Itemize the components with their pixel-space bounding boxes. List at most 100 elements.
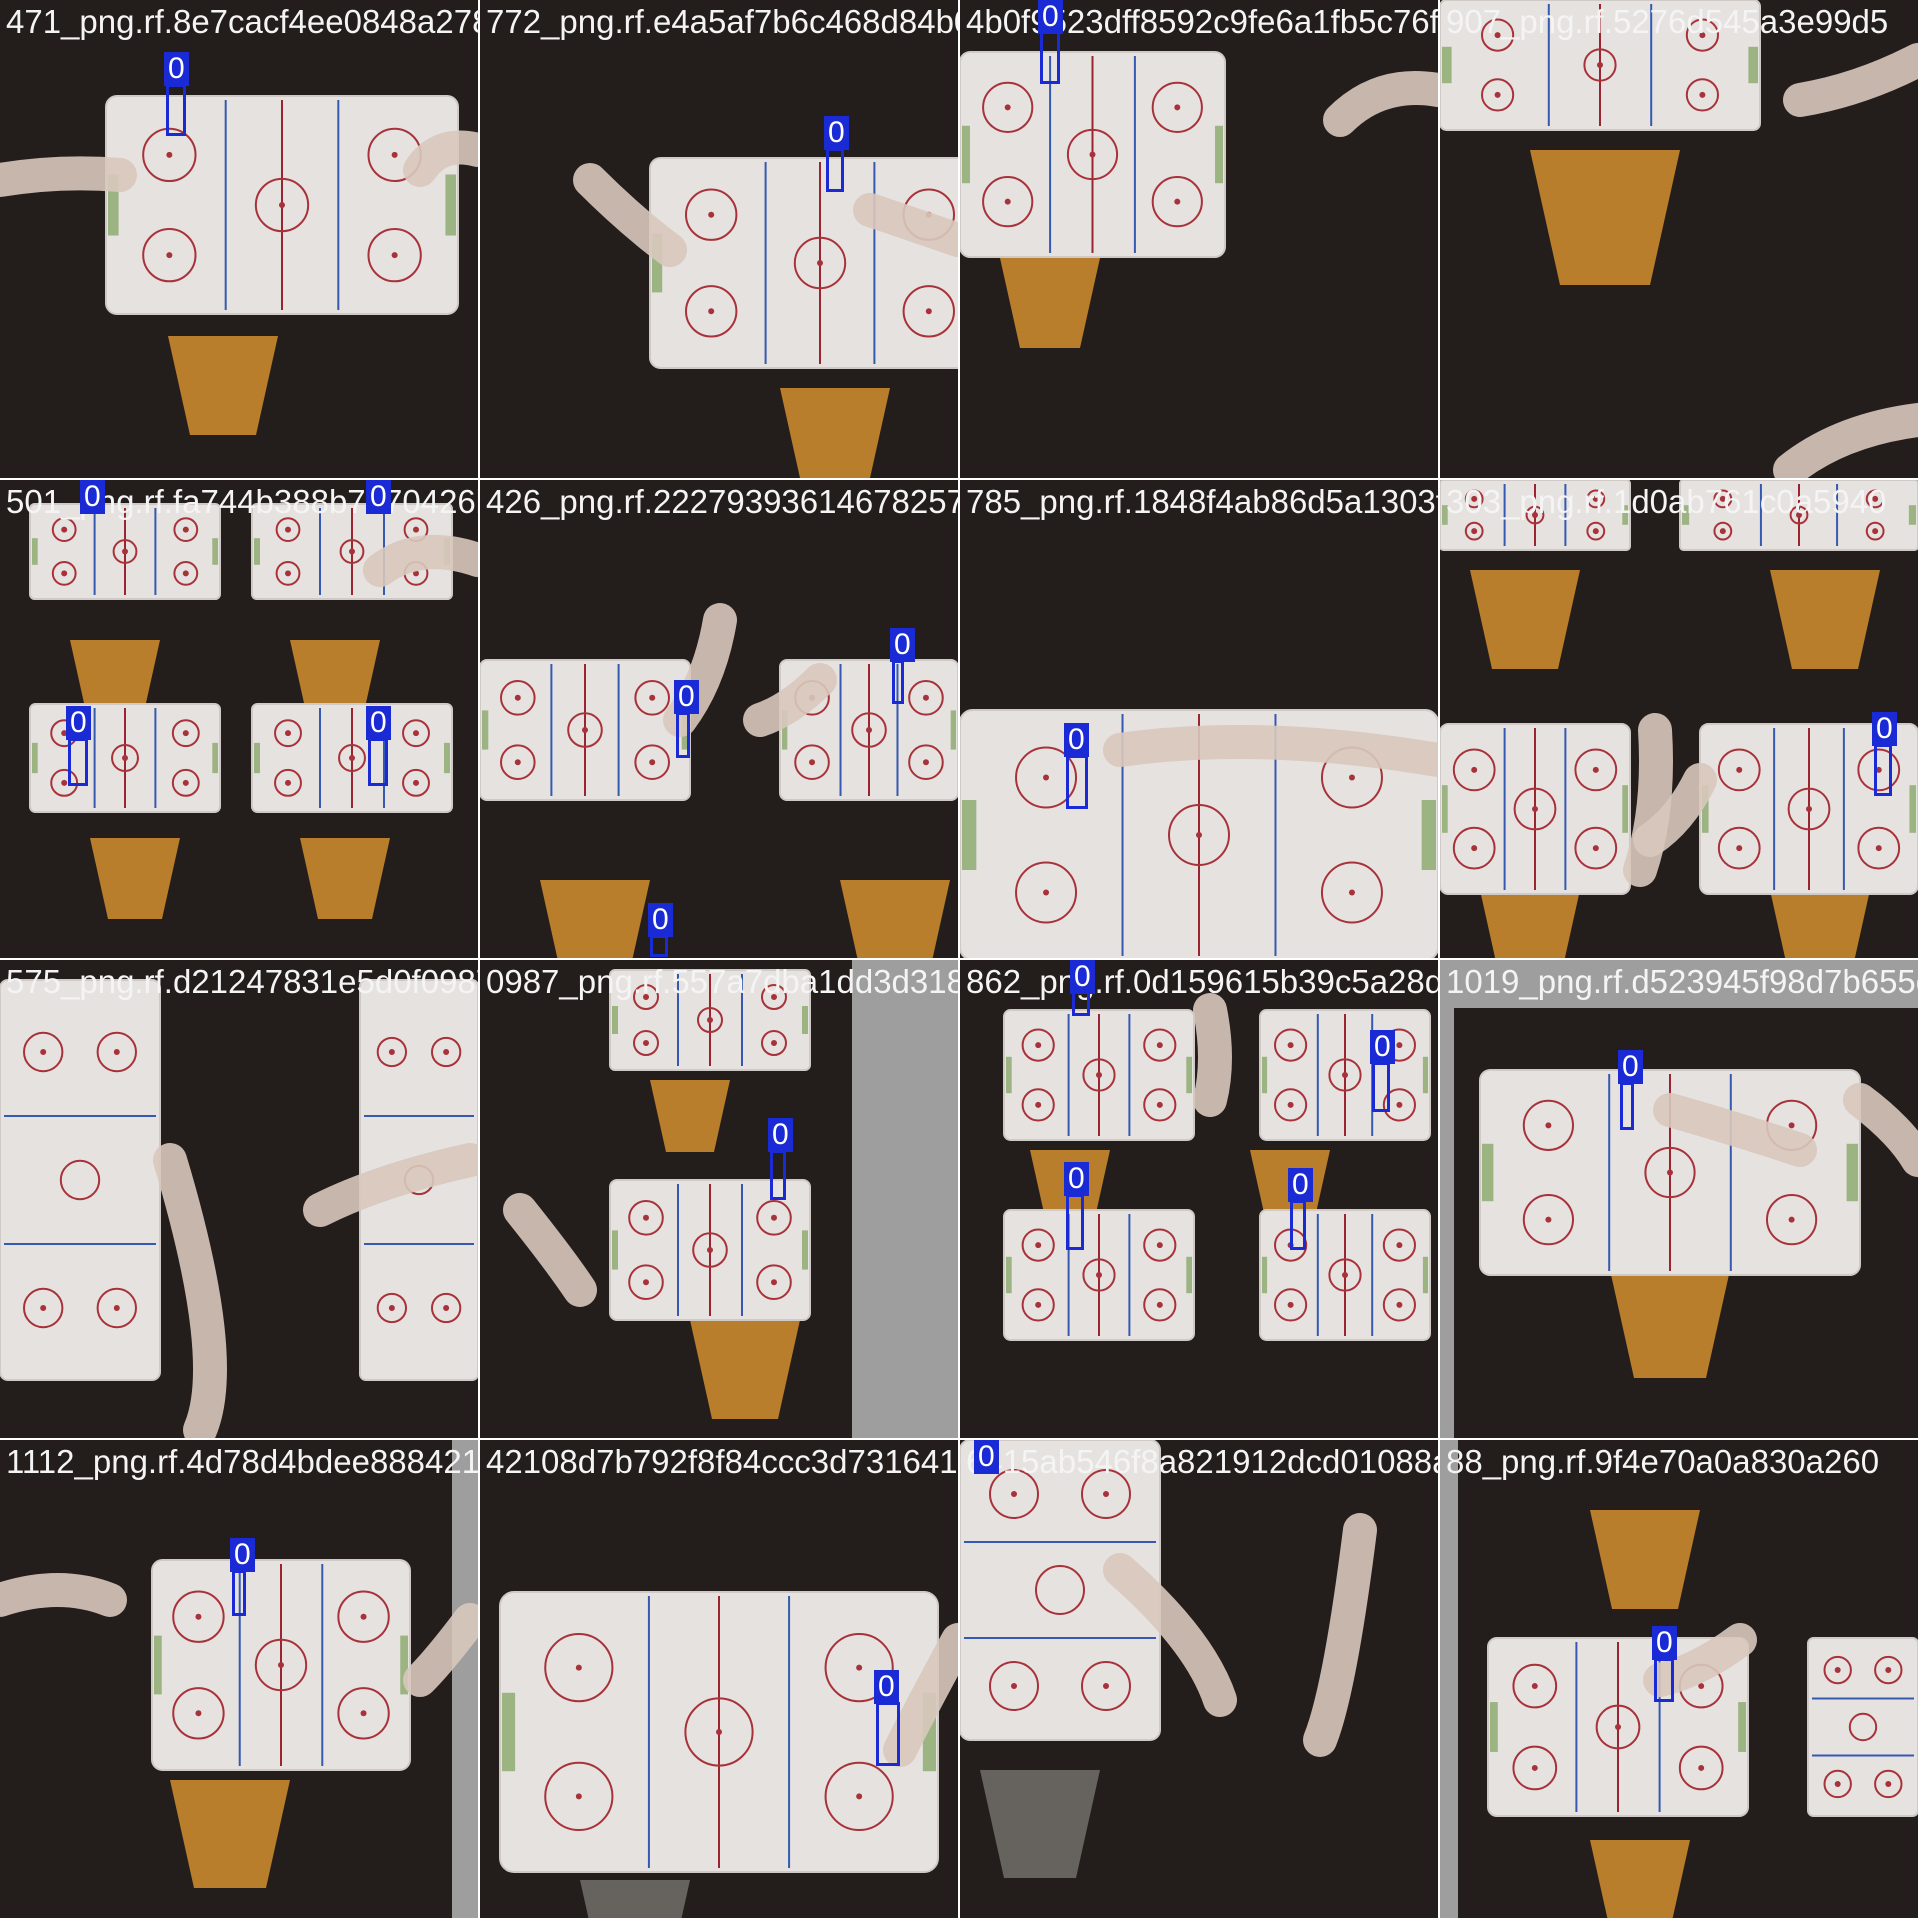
air-hockey-table [1440,480,1631,551]
class-label: 0 [80,480,105,514]
puck-bounding-box [1654,1658,1674,1702]
air-hockey-table [29,503,221,600]
air-hockey-table [1259,1209,1431,1341]
air-hockey-table [1807,1637,1918,1817]
class-label: 0 [824,116,849,150]
puck-bounding-box [892,660,904,704]
air-hockey-table [1259,1009,1431,1141]
air-hockey-table [609,1179,811,1321]
class-label: 0 [1070,960,1095,994]
padding-area [452,1440,478,1918]
mosaic-tile: 907_png.rf.5276d545a3e99d5 [1440,0,1918,478]
air-hockey-table [609,969,811,1071]
player-arm [0,156,137,197]
chair [840,880,950,958]
air-hockey-table [251,703,453,813]
air-hockey-table [1003,1209,1195,1341]
chair [1770,890,1870,958]
mosaic-tile: 0987_png.rf.557a7dba1dd3d31862a5e6f0d159… [480,960,958,1438]
air-hockey-table [499,1591,939,1873]
air-hockey-table [151,1559,411,1771]
mosaic-tile: 6415ab546f8a821912dcd01088a81869f4e70aa0… [960,1440,1438,1918]
puck-bounding-box [770,1150,786,1200]
air-hockey-table [480,659,691,801]
camera-frame [0,1440,478,1918]
mosaic-tile: 862_png.rf.0d159615b39c5a28dde31019d5239… [960,960,1438,1438]
camera-frame [1440,0,1918,478]
class-label: 0 [66,706,91,740]
player-arm [0,1573,127,1617]
camera-frame [1440,960,1918,1438]
puck-bounding-box [1066,755,1088,809]
puck-bounding-box [876,1702,900,1766]
padding-area [1440,960,1454,1438]
puck-bounding-box [166,84,186,136]
air-hockey-table [105,95,459,315]
camera-frame [960,960,1438,1438]
mosaic-tile: 426_png.rf.22279393614678257b5cf18e48f4a… [480,480,958,958]
air-hockey-table [960,51,1226,258]
mosaic-tile: 303_png.rf.1d0ab761c0a5940 0 [1440,480,1918,958]
mosaic-tile: 1112_png.rf.4d78d4bdee88842108d7b792f8f8… [0,1440,478,1918]
player-arm [1193,993,1232,1117]
puck-bounding-box [68,738,88,786]
mosaic-tile: 4b0f9523dff8592c9fe6a1fb5c76f9795276d545… [960,0,1438,478]
air-hockey-table [0,979,161,1381]
chair [1590,1840,1690,1918]
puck-bounding-box [1874,744,1892,796]
class-label: 0 [768,1118,793,1152]
camera-frame [1440,480,1918,958]
puck-bounding-box [676,712,690,758]
puck-bounding-box [826,148,844,192]
padding-area [1454,960,1918,1008]
camera-frame [960,480,1438,958]
camera-frame [1440,1440,1918,1918]
class-label: 0 [1038,0,1063,34]
camera-frame [480,480,958,958]
class-label: 0 [1288,1168,1313,1202]
class-label: 0 [1064,723,1089,757]
camera-frame [960,0,1438,478]
puck-bounding-box [368,738,388,786]
mosaic-tile: 575_png.rf.d21247831e5d0f0987f41cb557a7d… [0,960,478,1438]
class-label: 0 [1064,1162,1089,1196]
camera-frame [960,1440,1438,1918]
camera-frame [0,960,478,1438]
class-label: 0 [890,628,915,662]
class-label: 0 [164,52,189,86]
camera-frame [0,0,478,478]
class-label: 0 [974,1440,999,1474]
class-label: 0 [1872,712,1897,746]
puck-bounding-box [650,935,668,957]
chair [580,1880,690,1918]
mosaic-tile: 1019_png.rf.d523945f98d7b655ea 0 [1440,960,1918,1438]
camera-frame [480,960,958,1438]
mosaic-tile: 772_png.rf.e4a5af7b6c468d84b0f9523dff859… [480,0,958,478]
mosaic-tile: 471_png.rf.8e7cacf4ee0848a278202b5f4245d… [0,0,478,478]
player-arm [1103,725,1438,777]
class-label: 0 [230,1538,255,1572]
air-hockey-table [649,157,958,369]
class-label: 0 [1370,1030,1395,1064]
padding-area [1440,1440,1458,1918]
air-hockey-table [1003,1009,1195,1141]
puck-bounding-box [1040,28,1060,84]
chair [1480,890,1580,958]
puck-bounding-box [1620,1082,1634,1130]
class-label: 0 [874,1670,899,1704]
class-label: 0 [674,680,699,714]
player-arm [363,535,478,587]
mosaic-grid: 471_png.rf.8e7cacf4ee0848a278202b5f4245d… [0,0,1920,1920]
mosaic-tile: 88_png.rf.9f4e70a0a830a260 0 [1440,1440,1918,1918]
class-label: 0 [1652,1626,1677,1660]
air-hockey-table [29,703,221,813]
mosaic-tile: 501_png.rf.fa744b388b7970426bd247a922d27… [0,480,478,958]
puck-bounding-box [1372,1062,1390,1112]
padding-area [852,960,958,1438]
class-label: 0 [648,903,673,937]
air-hockey-table [1440,723,1631,895]
puck-bounding-box [232,1570,246,1616]
mosaic-tile: 785_png.rf.1848f4ab86d5a1303fa82e1fd0ab7… [960,480,1438,958]
class-label: 0 [366,706,391,740]
mosaic-tile: 42108d7b792f8f84ccc3d7316415ab546f8a8219… [480,1440,958,1918]
